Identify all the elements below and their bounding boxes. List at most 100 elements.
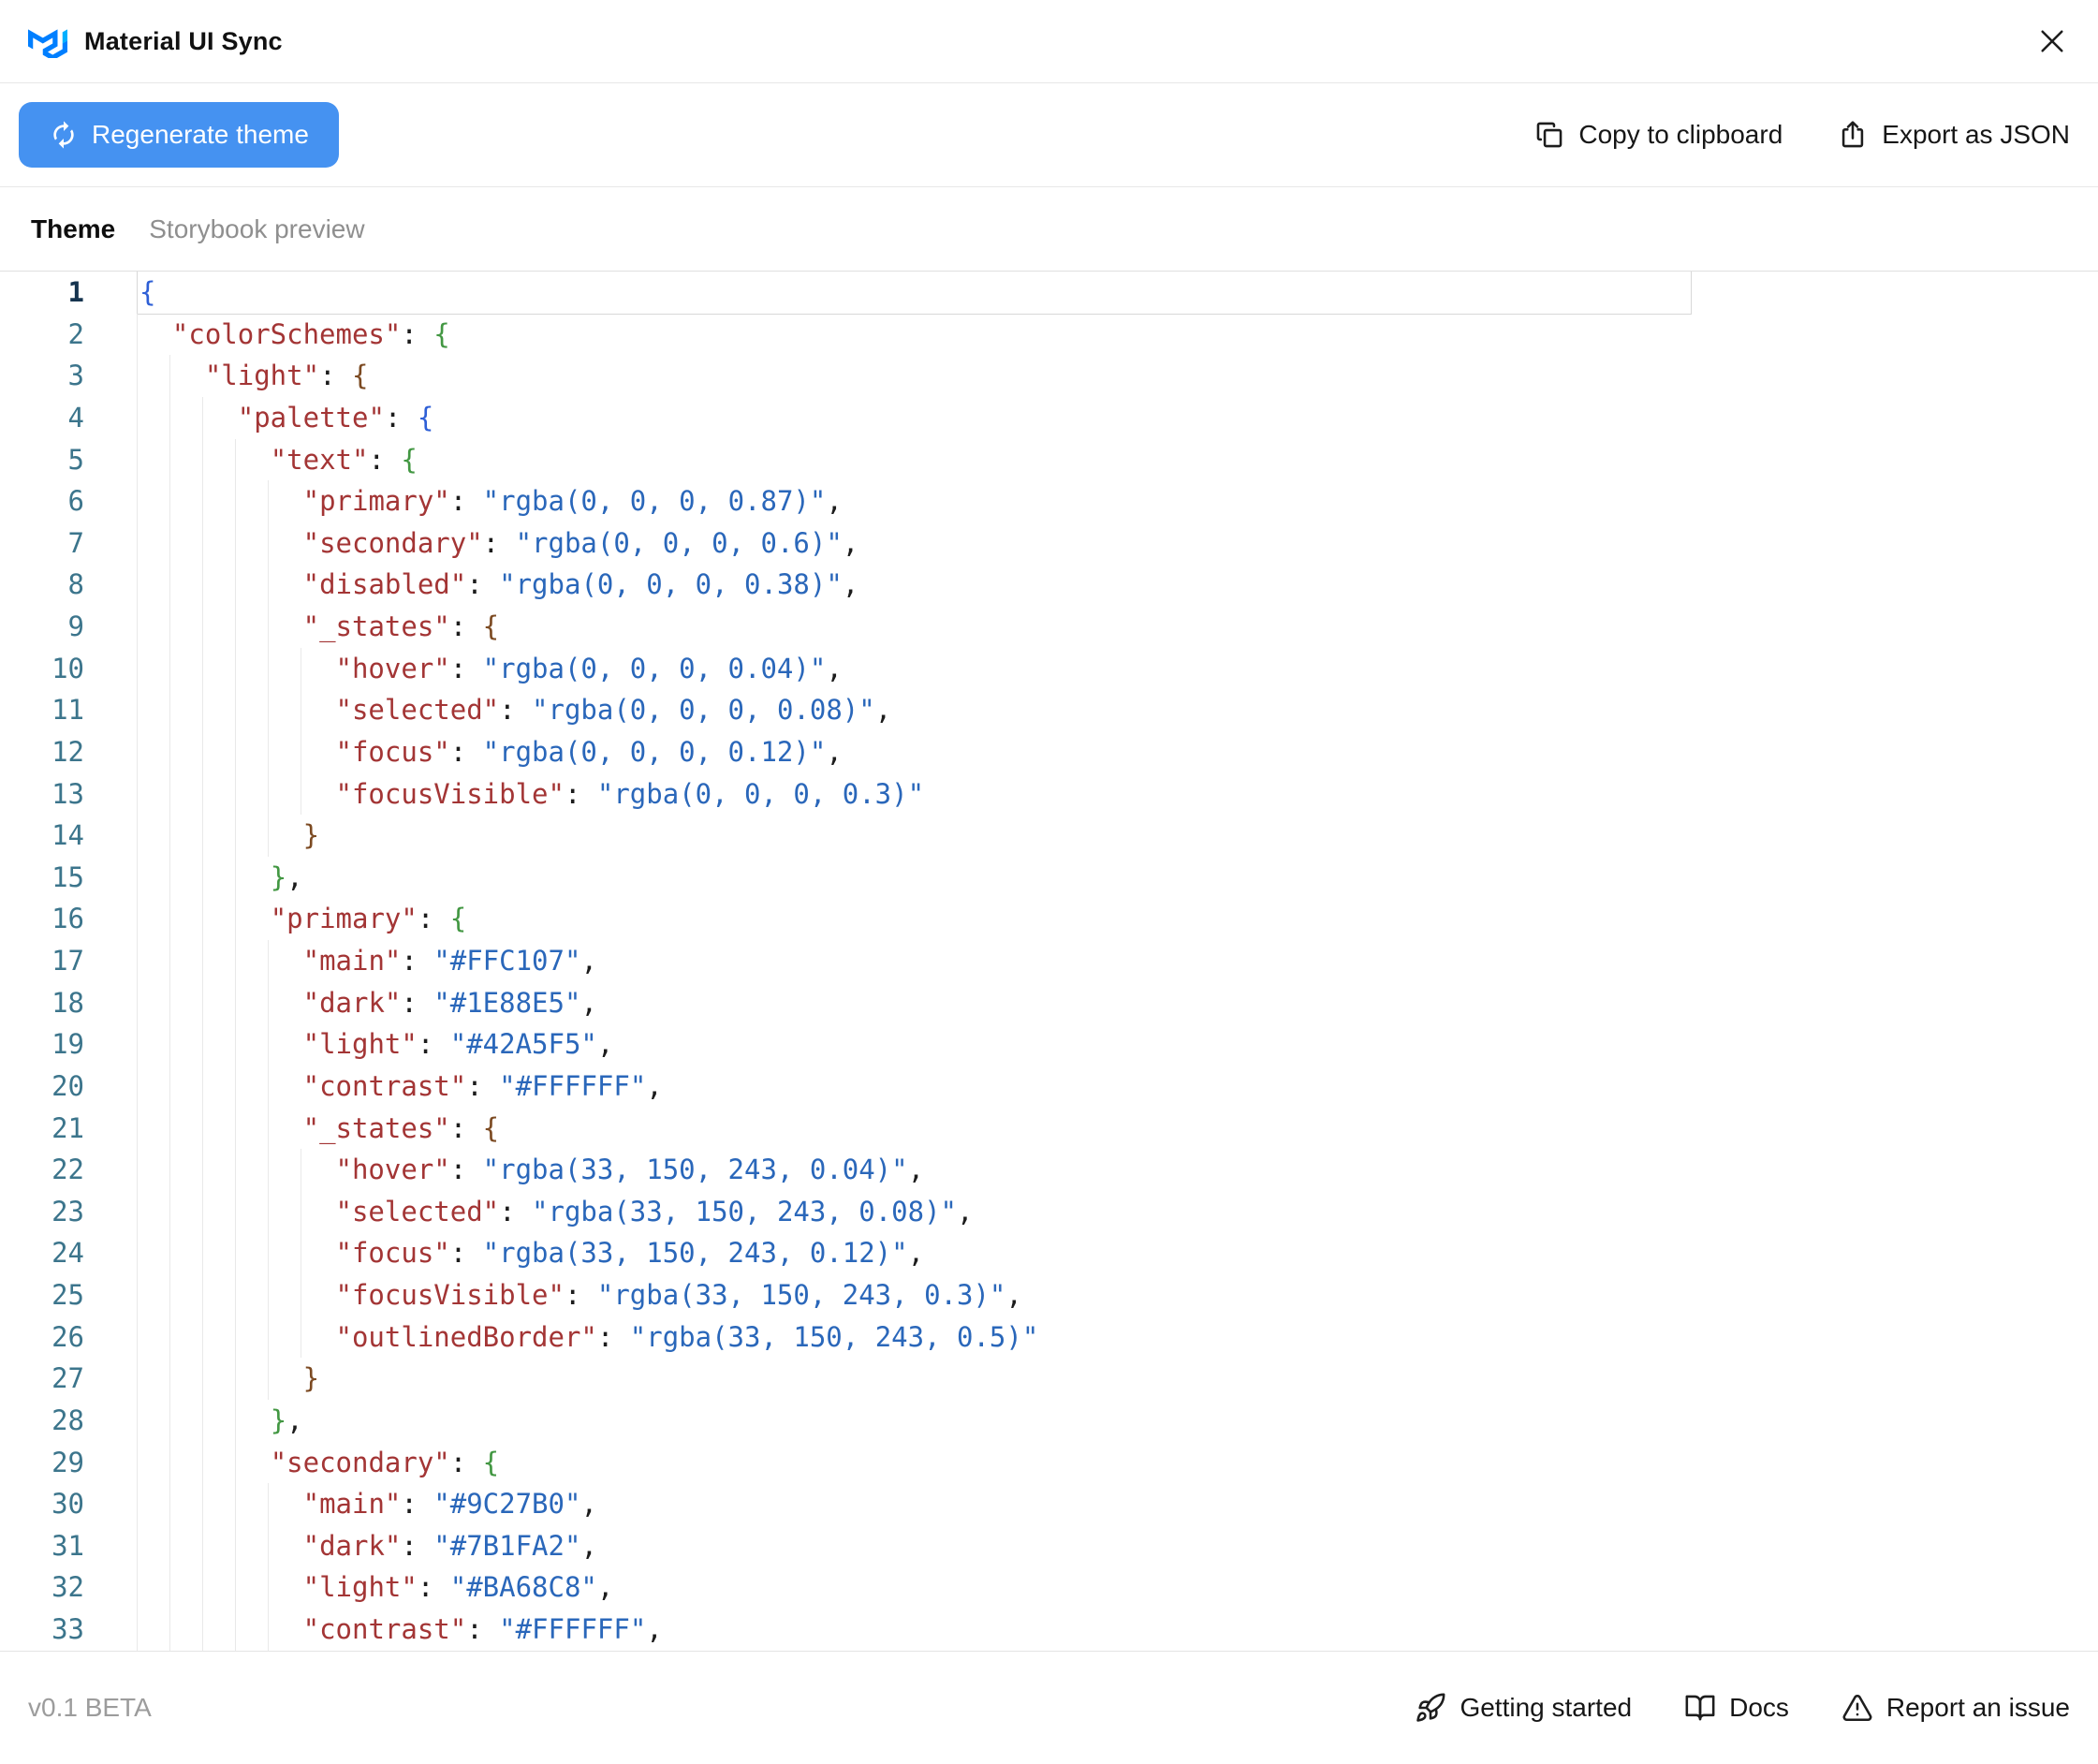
indent-guide xyxy=(235,982,236,1024)
code-line-content[interactable]: "secondary": { xyxy=(105,1442,2098,1484)
indent-guide xyxy=(137,606,138,648)
code-line-content[interactable]: }, xyxy=(105,1400,2098,1442)
code-line: 22 "hover": "rgba(33, 150, 243, 0.04)", xyxy=(0,1149,2098,1191)
indent-guide xyxy=(202,648,203,690)
code-line-content[interactable]: "disabled": "rgba(0, 0, 0, 0.38)", xyxy=(105,564,2098,606)
indent-guide xyxy=(137,397,138,439)
book-icon xyxy=(1684,1692,1716,1724)
code-line-content[interactable]: { xyxy=(105,272,2098,314)
code-line-content[interactable]: "focusVisible": "rgba(33, 150, 243, 0.3)… xyxy=(105,1274,2098,1316)
indent-guide xyxy=(137,355,138,397)
code-text: "contrast": "#FFFFFF", xyxy=(139,1070,663,1102)
code-line: 32 "light": "#BA68C8", xyxy=(0,1566,2098,1609)
code-line-content[interactable]: } xyxy=(105,815,2098,857)
indent-guide xyxy=(202,857,203,899)
close-button[interactable] xyxy=(2034,23,2070,59)
code-line: 5 "text": { xyxy=(0,439,2098,481)
tab-theme[interactable]: Theme xyxy=(31,214,115,244)
indent-guide xyxy=(137,439,138,481)
indent-guide xyxy=(235,815,236,857)
line-number: 13 xyxy=(0,773,105,816)
indent-guide xyxy=(169,564,170,606)
code-line-content[interactable]: "contrast": "#FFFFFF", xyxy=(105,1066,2098,1108)
code-line-content[interactable]: "text": { xyxy=(105,439,2098,481)
code-line-content[interactable]: "focus": "rgba(33, 150, 243, 0.12)", xyxy=(105,1232,2098,1274)
code-line-content[interactable]: "main": "#9C27B0", xyxy=(105,1483,2098,1525)
indent-guide xyxy=(137,1442,138,1484)
regenerate-theme-button[interactable]: Regenerate theme xyxy=(19,102,339,168)
code-line-content[interactable]: "primary": "rgba(0, 0, 0, 0.87)", xyxy=(105,480,2098,522)
code-line-content[interactable]: "main": "#FFC107", xyxy=(105,940,2098,982)
code-line-content[interactable]: } xyxy=(105,1358,2098,1400)
rocket-icon xyxy=(1415,1692,1446,1724)
code-line-content[interactable]: "selected": "rgba(0, 0, 0, 0.08)", xyxy=(105,689,2098,731)
code-line-content[interactable]: "dark": "#1E88E5", xyxy=(105,982,2098,1024)
page-title: Material UI Sync xyxy=(84,27,283,56)
code-line-content[interactable]: "outlinedBorder": "rgba(33, 150, 243, 0.… xyxy=(105,1316,2098,1359)
copy-to-clipboard-button[interactable]: Copy to clipboard xyxy=(1533,119,1783,151)
code-text: "colorSchemes": { xyxy=(139,318,450,350)
code-text: "hover": "rgba(33, 150, 243, 0.04)", xyxy=(139,1154,924,1185)
regenerate-theme-label: Regenerate theme xyxy=(92,120,309,150)
code-line-content[interactable]: "contrast": "#FFFFFF", xyxy=(105,1609,2098,1651)
export-as-json-button[interactable]: Export as JSON xyxy=(1837,119,2070,151)
indent-guide xyxy=(268,940,269,982)
report-an-issue-link[interactable]: Report an issue xyxy=(1841,1692,2070,1724)
indent-guide xyxy=(202,522,203,565)
code-line: 3 "light": { xyxy=(0,355,2098,397)
code-line: 16 "primary": { xyxy=(0,898,2098,940)
code-line-content[interactable]: "palette": { xyxy=(105,397,2098,439)
line-number: 28 xyxy=(0,1400,105,1442)
code-line-content[interactable]: "colorSchemes": { xyxy=(105,314,2098,356)
indent-guide xyxy=(169,731,170,773)
code-line-content[interactable]: }, xyxy=(105,857,2098,899)
theme-json-editor[interactable]: 1{2 "colorSchemes": {3 "light": {4 "pale… xyxy=(0,272,2098,1651)
code-line-content[interactable]: "light": { xyxy=(105,355,2098,397)
code-line: 26 "outlinedBorder": "rgba(33, 150, 243,… xyxy=(0,1316,2098,1359)
code-line-content[interactable]: "selected": "rgba(33, 150, 243, 0.08)", xyxy=(105,1191,2098,1233)
indent-guide xyxy=(169,1108,170,1150)
code-line: 25 "focusVisible": "rgba(33, 150, 243, 0… xyxy=(0,1274,2098,1316)
indent-guide xyxy=(137,480,138,522)
code-line-content[interactable]: "light": "#BA68C8", xyxy=(105,1566,2098,1609)
line-number: 15 xyxy=(0,857,105,899)
code-text: "main": "#9C27B0", xyxy=(139,1488,597,1520)
code-line-content[interactable]: "_states": { xyxy=(105,606,2098,648)
code-text: "selected": "rgba(33, 150, 243, 0.08)", xyxy=(139,1196,973,1227)
getting-started-link[interactable]: Getting started xyxy=(1415,1692,1632,1724)
code-line-content[interactable]: "focusVisible": "rgba(0, 0, 0, 0.3)" xyxy=(105,773,2098,816)
code-text: "primary": "rgba(0, 0, 0, 0.87)", xyxy=(139,485,843,517)
line-number: 22 xyxy=(0,1149,105,1191)
code-line: 11 "selected": "rgba(0, 0, 0, 0.08)", xyxy=(0,689,2098,731)
indent-guide xyxy=(268,1609,269,1651)
indent-guide xyxy=(235,564,236,606)
indent-guide xyxy=(268,648,269,690)
code-line: 9 "_states": { xyxy=(0,606,2098,648)
code-text: "selected": "rgba(0, 0, 0, 0.08)", xyxy=(139,694,891,726)
code-line-content[interactable]: "hover": "rgba(0, 0, 0, 0.04)", xyxy=(105,648,2098,690)
indent-guide xyxy=(169,815,170,857)
code-line-content[interactable]: "focus": "rgba(0, 0, 0, 0.12)", xyxy=(105,731,2098,773)
code-line: 7 "secondary": "rgba(0, 0, 0, 0.6)", xyxy=(0,522,2098,565)
code-line-content[interactable]: "dark": "#7B1FA2", xyxy=(105,1525,2098,1567)
line-number: 6 xyxy=(0,480,105,522)
tab-storybook-preview[interactable]: Storybook preview xyxy=(149,214,364,244)
indent-guide xyxy=(169,1442,170,1484)
code-line-content[interactable]: "_states": { xyxy=(105,1108,2098,1150)
action-toolbar: Regenerate theme Copy to clipboard Expor… xyxy=(0,83,2098,187)
indent-guide xyxy=(137,1358,138,1400)
code-line-content[interactable]: "hover": "rgba(33, 150, 243, 0.04)", xyxy=(105,1149,2098,1191)
code-line-content[interactable]: "light": "#42A5F5", xyxy=(105,1023,2098,1066)
code-line-content[interactable]: "primary": { xyxy=(105,898,2098,940)
indent-guide xyxy=(169,522,170,565)
indent-guide xyxy=(169,1149,170,1191)
line-number: 10 xyxy=(0,648,105,690)
docs-link[interactable]: Docs xyxy=(1684,1692,1789,1724)
line-number: 25 xyxy=(0,1274,105,1316)
code-line: 33 "contrast": "#FFFFFF", xyxy=(0,1609,2098,1651)
indent-guide xyxy=(169,1066,170,1108)
indent-guide xyxy=(202,898,203,940)
code-line: 27 } xyxy=(0,1358,2098,1400)
indent-guide xyxy=(235,480,236,522)
code-line-content[interactable]: "secondary": "rgba(0, 0, 0, 0.6)", xyxy=(105,522,2098,565)
